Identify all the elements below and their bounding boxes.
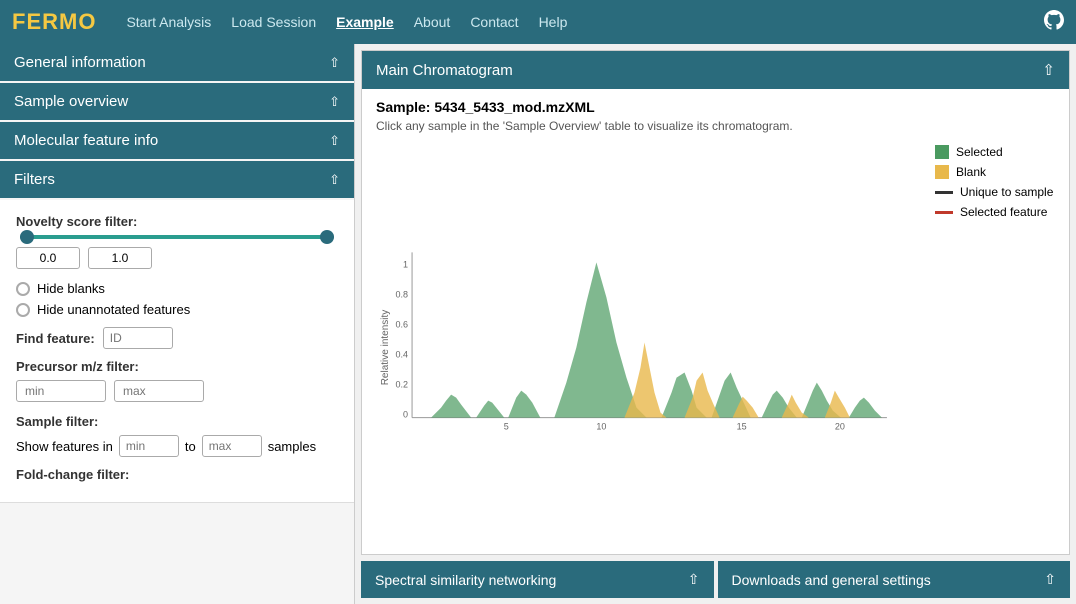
chevron-molecular-icon: ⇧ [329,133,340,149]
legend-blank-swatch [935,165,949,179]
nav-load-session[interactable]: Load Session [231,14,316,30]
legend-unique: Unique to sample [935,185,1055,199]
legend-blank-label: Blank [956,165,986,179]
hide-blanks-radio[interactable] [16,282,30,296]
novelty-range-inputs [16,247,338,269]
chevron-spectral-icon: ⇧ [688,571,700,588]
svg-text:0.8: 0.8 [396,289,409,299]
accordion-filters-label: Filters [14,171,55,188]
sample-to-label: to [185,439,196,454]
chromatogram-header[interactable]: Main Chromatogram ⇧ [362,51,1069,89]
right-panel: Main Chromatogram ⇧ Sample: 5434_5433_mo… [355,44,1076,604]
legend-selected-feature: Selected feature [935,205,1055,219]
legend-feature-label: Selected feature [960,205,1047,219]
accordion-molecular-feature[interactable]: Molecular feature info ⇧ [0,122,354,159]
accordion-general-info[interactable]: General information ⇧ [0,44,354,81]
find-feature-input[interactable] [103,327,173,349]
nav-contact[interactable]: Contact [470,14,518,30]
svg-text:Relative intensity: Relative intensity [380,310,391,386]
sidebar: General information ⇧ Sample overview ⇧ … [0,44,355,604]
fold-change-label: Fold-change filter: [16,467,338,482]
svg-text:0.6: 0.6 [396,319,409,329]
find-feature-row: Find feature: [16,327,338,349]
chromatogram-section: Main Chromatogram ⇧ Sample: 5434_5433_mo… [361,50,1070,555]
legend-blank: Blank [935,165,1055,179]
novelty-slider-row [16,235,338,239]
chevron-general-info-icon: ⇧ [329,55,340,71]
hide-blanks-row[interactable]: Hide blanks [16,281,338,296]
svg-text:1: 1 [403,259,408,269]
svg-text:0.2: 0.2 [396,380,409,390]
hide-unannotated-radio[interactable] [16,303,30,317]
svg-text:0.4: 0.4 [396,350,409,360]
hide-blanks-label: Hide blanks [37,281,105,296]
chart-area: Relative intensity 0 0.2 0.4 0.6 0.8 1 [376,141,927,544]
legend-unique-label: Unique to sample [960,185,1053,199]
sample-filter-label: Sample filter: [16,414,338,429]
sample-min-input[interactable] [119,435,179,457]
sample-max-input[interactable] [202,435,262,457]
precursor-max-input[interactable] [114,380,204,402]
logo: FERMO [12,9,96,35]
chevron-chromatogram-icon: ⇧ [1042,61,1055,79]
navbar: FERMO Start Analysis Load Session Exampl… [0,0,1076,44]
downloads-label: Downloads and general settings [732,572,931,588]
accordion-general-info-label: General information [14,54,146,71]
accordion-sample-overview-label: Sample overview [14,93,128,110]
precursor-minmax-row [16,380,338,402]
accordion-filters[interactable]: Filters ⇧ [0,161,354,198]
sample-title: Sample: 5434_5433_mod.mzXML [376,99,1055,115]
legend-selected: Selected [935,145,1055,159]
chevron-sample-overview-icon: ⇧ [329,94,340,110]
chart-legend: Selected Blank Unique to sample Sel [935,141,1055,544]
novelty-label: Novelty score filter: [16,214,338,229]
chevron-downloads-icon: ⇧ [1044,571,1056,588]
svg-text:5: 5 [504,422,509,432]
chart-container: Relative intensity 0 0.2 0.4 0.6 0.8 1 [376,141,1055,544]
novelty-slider-thumb-right[interactable] [320,230,334,244]
github-icon[interactable] [1044,10,1064,35]
precursor-min-input[interactable] [16,380,106,402]
accordion-molecular-label: Molecular feature info [14,132,158,149]
spectral-label: Spectral similarity networking [375,572,556,588]
spectral-panel[interactable]: Spectral similarity networking ⇧ [361,561,714,598]
legend-feature-line [935,211,953,214]
novelty-slider-fill [20,235,334,239]
legend-unique-line [935,191,953,194]
novelty-min-input[interactable] [16,247,80,269]
nav-about[interactable]: About [414,14,451,30]
sample-subtitle: Click any sample in the 'Sample Overview… [376,119,1055,133]
nav-start-analysis[interactable]: Start Analysis [126,14,211,30]
hide-unannotated-row[interactable]: Hide unannotated features [16,302,338,317]
svg-text:10: 10 [596,422,606,432]
svg-text:15: 15 [737,422,747,432]
bottom-panels: Spectral similarity networking ⇧ Downloa… [361,561,1070,598]
chromatogram-content: Sample: 5434_5433_mod.mzXML Click any sa… [362,89,1069,554]
precursor-label: Precursor m/z filter: [16,359,338,374]
accordion-sample-overview[interactable]: Sample overview ⇧ [0,83,354,120]
svg-text:0: 0 [403,410,408,420]
filters-panel: Novelty score filter: Hide blanks Hide u [0,200,354,503]
chromatogram-svg: Relative intensity 0 0.2 0.4 0.6 0.8 1 [376,141,927,544]
novelty-slider-thumb-left[interactable] [20,230,34,244]
novelty-max-input[interactable] [88,247,152,269]
hide-unannotated-label: Hide unannotated features [37,302,190,317]
sample-samples-label: samples [268,439,316,454]
nav-example[interactable]: Example [336,14,394,30]
find-feature-label: Find feature: [16,331,95,346]
nav-help[interactable]: Help [539,14,568,30]
chevron-filters-icon: ⇧ [329,172,340,188]
sample-show-label: Show features in [16,439,113,454]
downloads-panel[interactable]: Downloads and general settings ⇧ [718,561,1071,598]
legend-selected-label: Selected [956,145,1003,159]
sample-filter-row: Show features in to samples [16,435,338,457]
svg-text:20: 20 [835,422,845,432]
novelty-slider-track[interactable] [20,235,334,239]
legend-selected-swatch [935,145,949,159]
chromatogram-title: Main Chromatogram [376,62,513,79]
main-layout: General information ⇧ Sample overview ⇧ … [0,44,1076,604]
